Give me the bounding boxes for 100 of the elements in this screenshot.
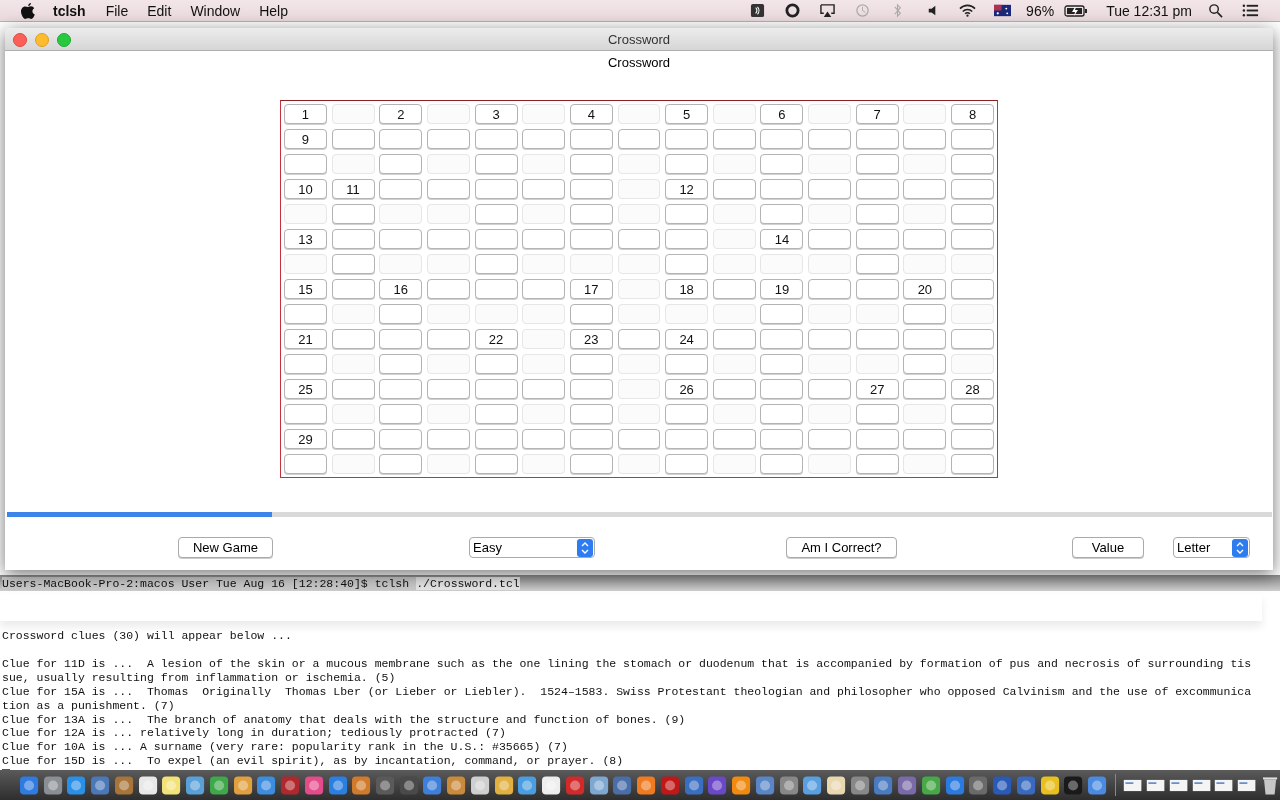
crossword-cell[interactable] xyxy=(284,304,327,324)
search-icon[interactable] xyxy=(1207,3,1224,18)
crossword-cell[interactable]: 19 xyxy=(760,279,804,299)
crossword-cell[interactable] xyxy=(474,179,518,199)
crossword-cell[interactable] xyxy=(426,379,470,399)
crossword-cell[interactable] xyxy=(569,404,613,424)
crossword-cell[interactable] xyxy=(951,204,994,224)
crossword-cell[interactable] xyxy=(379,304,423,324)
crossword-cell[interactable] xyxy=(808,179,852,199)
crossword-cell[interactable] xyxy=(760,304,804,324)
app-icon[interactable] xyxy=(493,774,514,796)
app-icon[interactable] xyxy=(185,774,206,796)
zoom-button[interactable] xyxy=(57,33,71,47)
crossword-cell[interactable] xyxy=(712,179,756,199)
crossword-cell[interactable] xyxy=(284,404,327,424)
app-icon[interactable] xyxy=(920,774,942,796)
crossword-cell[interactable] xyxy=(569,429,613,449)
dropdown-select[interactable]: Easy xyxy=(469,537,595,558)
crossword-cell[interactable] xyxy=(569,204,613,224)
crossword-cell[interactable] xyxy=(474,279,518,299)
crossword-cell[interactable] xyxy=(379,404,423,424)
crossword-cell[interactable] xyxy=(808,379,852,399)
crossword-cell[interactable] xyxy=(855,129,899,149)
crossword-cell[interactable]: 21 xyxy=(284,329,327,349)
menu-item[interactable]: Help xyxy=(259,2,288,19)
dropdown-select[interactable]: Letter xyxy=(1173,537,1250,558)
crossword-cell[interactable] xyxy=(808,129,852,149)
crossword-cell[interactable] xyxy=(379,129,423,149)
crossword-cell[interactable] xyxy=(617,129,661,149)
app-icon[interactable] xyxy=(683,774,704,796)
crossword-cell[interactable] xyxy=(379,429,423,449)
crossword-cell[interactable] xyxy=(855,204,899,224)
crossword-cell[interactable] xyxy=(617,229,661,249)
crossword-cell[interactable] xyxy=(474,229,518,249)
app-icon[interactable] xyxy=(588,774,609,796)
crossword-cell[interactable] xyxy=(903,229,947,249)
crossword-cell[interactable] xyxy=(760,129,804,149)
app-icon[interactable] xyxy=(208,774,229,796)
crossword-cell[interactable] xyxy=(379,329,423,349)
crossword-cell[interactable] xyxy=(474,154,518,174)
app-icon[interactable] xyxy=(636,774,657,796)
speech-icon[interactable] xyxy=(749,3,767,18)
crossword-cell[interactable] xyxy=(617,329,661,349)
crossword-cell[interactable] xyxy=(855,229,899,249)
crossword-cell[interactable]: 1 xyxy=(284,104,327,124)
push-button[interactable]: New Game xyxy=(178,537,273,558)
crossword-cell[interactable]: 20 xyxy=(903,279,947,299)
crossword-cell[interactable] xyxy=(522,429,566,449)
crossword-cell[interactable] xyxy=(760,329,804,349)
crossword-cell[interactable] xyxy=(903,379,947,399)
crossword-cell[interactable] xyxy=(855,404,899,424)
crossword-cell[interactable] xyxy=(951,179,994,199)
crossword-cell[interactable] xyxy=(474,129,518,149)
crossword-cell[interactable]: 6 xyxy=(760,104,804,124)
crossword-cell[interactable] xyxy=(522,129,566,149)
crossword-cell[interactable]: 14 xyxy=(760,229,804,249)
crossword-cell[interactable] xyxy=(569,129,613,149)
crossword-cell[interactable] xyxy=(331,229,375,249)
crossword-cell[interactable]: 28 xyxy=(951,379,994,399)
apple-icon[interactable] xyxy=(21,2,35,19)
crossword-cell[interactable] xyxy=(665,154,709,174)
crossword-cell[interactable] xyxy=(760,454,804,474)
crossword-cell[interactable]: 8 xyxy=(951,104,994,124)
crossword-cell[interactable] xyxy=(665,229,709,249)
app-icon[interactable] xyxy=(873,774,894,796)
crossword-cell[interactable] xyxy=(331,204,375,224)
crossword-cell[interactable]: 27 xyxy=(855,379,899,399)
app-icon[interactable] xyxy=(42,774,63,796)
crossword-cell[interactable] xyxy=(665,354,709,374)
crossword-cell[interactable] xyxy=(474,379,518,399)
airplay-icon[interactable] xyxy=(819,3,837,18)
flag-icon[interactable] xyxy=(994,3,1012,18)
crossword-cell[interactable] xyxy=(474,204,518,224)
menu-item[interactable]: File xyxy=(105,2,129,19)
crossword-cell[interactable] xyxy=(474,354,518,374)
crossword-cell[interactable] xyxy=(379,454,423,474)
crossword-cell[interactable]: 4 xyxy=(569,104,613,124)
crossword-cell[interactable] xyxy=(331,429,375,449)
crossword-cell[interactable] xyxy=(331,254,375,274)
app-icon[interactable] xyxy=(802,774,823,796)
crossword-cell[interactable] xyxy=(284,354,327,374)
crossword-cell[interactable] xyxy=(903,304,947,324)
crossword-cell[interactable] xyxy=(379,179,423,199)
crossword-cell[interactable]: 22 xyxy=(474,329,518,349)
crossword-cell[interactable] xyxy=(903,129,947,149)
wifi-icon[interactable] xyxy=(959,3,977,18)
crossword-cell[interactable] xyxy=(808,429,852,449)
crossword-cell[interactable]: 29 xyxy=(284,429,327,449)
crossword-cell[interactable] xyxy=(951,229,994,249)
crossword-cell[interactable] xyxy=(474,454,518,474)
list-icon[interactable] xyxy=(1242,3,1259,18)
crossword-cell[interactable] xyxy=(712,329,756,349)
close-button[interactable] xyxy=(13,33,27,47)
app-icon[interactable] xyxy=(968,774,989,796)
app-icon[interactable] xyxy=(446,774,467,796)
app-icon[interactable] xyxy=(897,774,918,796)
app-icon[interactable] xyxy=(66,774,87,796)
crossword-cell[interactable] xyxy=(951,329,994,349)
crossword-cell[interactable] xyxy=(760,179,804,199)
app-icon[interactable] xyxy=(137,774,158,796)
